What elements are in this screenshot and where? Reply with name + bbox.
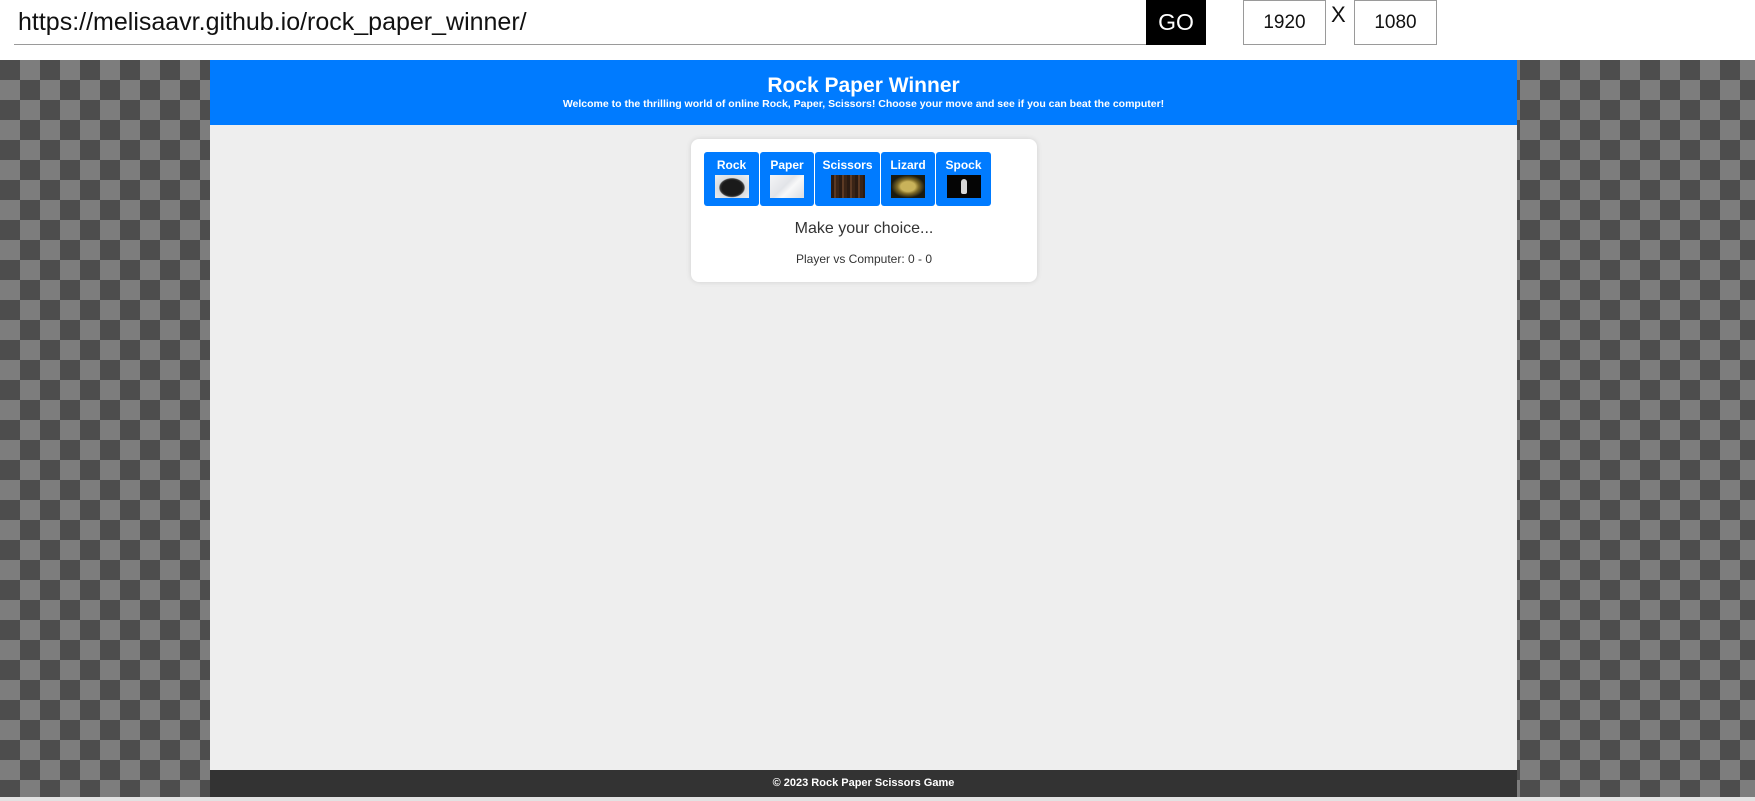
- rock-image: [714, 175, 749, 198]
- site-page: Rock Paper Winner Welcome to the thrilli…: [210, 60, 1517, 797]
- url-input[interactable]: [14, 0, 1146, 45]
- height-input[interactable]: [1354, 0, 1437, 45]
- page-title: Rock Paper Winner: [767, 74, 960, 97]
- lizard-button[interactable]: Lizard: [881, 152, 935, 206]
- scissors-image: [830, 175, 865, 198]
- site-footer: © 2023 Rock Paper Scissors Game: [210, 770, 1517, 797]
- spock-button[interactable]: Spock: [936, 152, 991, 206]
- scissors-button[interactable]: Scissors: [815, 152, 880, 206]
- site-header: Rock Paper Winner Welcome to the thrilli…: [210, 60, 1517, 125]
- bottom-strip: [0, 797, 1755, 801]
- result-message: Make your choice...: [794, 220, 934, 237]
- score-display: Player vs Computer: 0 - 0: [795, 252, 933, 266]
- choice-buttons: Rock Paper Scissors Lizard Spock: [704, 152, 991, 206]
- lizard-image: [891, 175, 925, 198]
- page-tagline: Welcome to the thrilling world of online…: [562, 98, 1165, 110]
- lizard-label: Lizard: [890, 158, 926, 172]
- rock-label: Rock: [716, 158, 747, 172]
- address-toolbar: GO X: [0, 0, 1755, 60]
- rock-button[interactable]: Rock: [704, 152, 759, 206]
- paper-label: Paper: [770, 158, 804, 172]
- game-card: Rock Paper Scissors Lizard Spock Make yo…: [691, 139, 1037, 282]
- spock-image: [946, 175, 981, 198]
- scissors-label: Scissors: [822, 158, 873, 172]
- paper-button[interactable]: Paper: [760, 152, 814, 206]
- paper-image: [770, 175, 804, 198]
- spock-label: Spock: [945, 158, 982, 172]
- width-input[interactable]: [1243, 0, 1326, 45]
- go-button[interactable]: GO: [1146, 0, 1206, 45]
- dimension-separator: X: [1331, 2, 1346, 27]
